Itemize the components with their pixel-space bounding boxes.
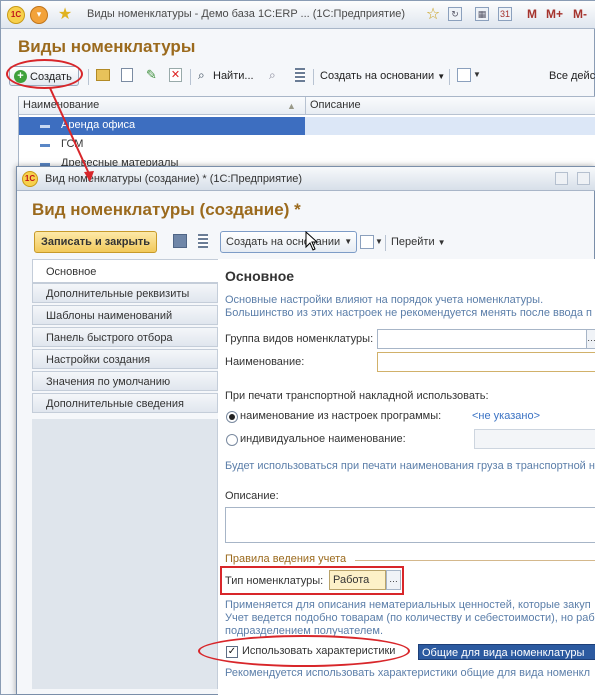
highlight-item-type bbox=[220, 566, 404, 595]
highlight-characteristics bbox=[198, 635, 410, 667]
